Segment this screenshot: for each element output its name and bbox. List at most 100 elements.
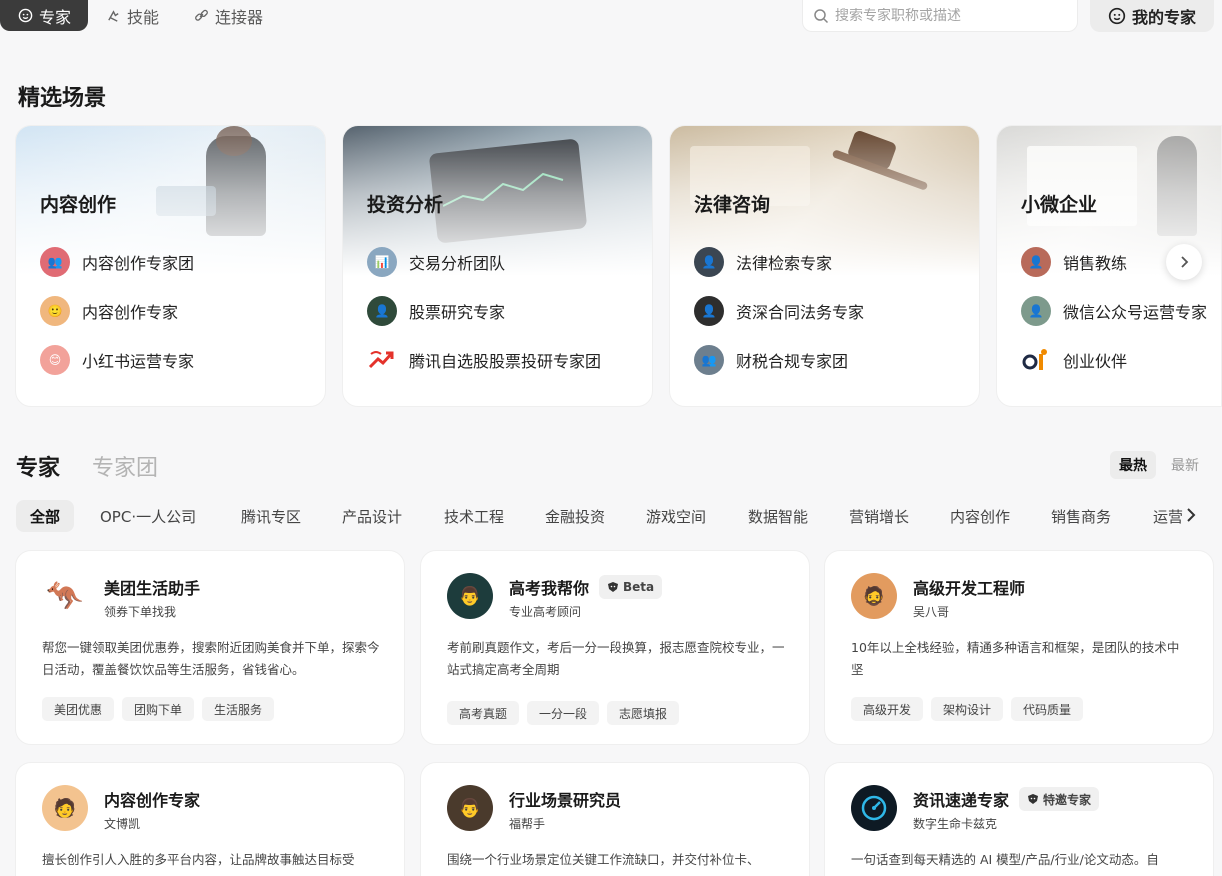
my-experts-button[interactable]: 我的专家: [1090, 0, 1214, 32]
scenario-card-content[interactable]: 内容创作 👥 内容创作专家团 🙂 内容创作专家 😊 小红书运营专家: [15, 125, 326, 407]
tab-experts-label: 专家: [39, 7, 72, 27]
expert-face-icon: [1108, 7, 1126, 25]
category-next-button[interactable]: [1184, 505, 1198, 529]
scenario-title: 小微企业: [1021, 194, 1098, 216]
tab-connectors[interactable]: 连接器: [194, 0, 263, 31]
expert-description: 一句话查到每天精选的 AI 模型/产品/行业/论文动态。自: [851, 852, 1159, 867]
scenario-title: 法律咨询: [694, 194, 771, 216]
expert-card[interactable]: 🧔 高级开发工程师 吴八哥 10年以上全栈经验，精通多种语言和框架，是团队的技术…: [824, 550, 1214, 745]
scenario-item-label: 法律检索专家: [736, 254, 833, 273]
expert-card[interactable]: 👨 高考我帮你 Beta 专业高考顾问 考前刷真题作文，考后一分一段换算，报志愿…: [420, 550, 810, 745]
segment-experts[interactable]: 专家: [16, 450, 60, 482]
search-icon: [814, 8, 829, 23]
trend-icon: [367, 345, 397, 375]
scenario-item-label: 内容创作专家团: [82, 254, 195, 273]
scenario-item[interactable]: 👤 股票研究专家: [367, 296, 505, 326]
category-item[interactable]: 销售商务: [1051, 500, 1111, 532]
expert-subtitle: 领券下单找我: [104, 605, 177, 619]
scenario-item[interactable]: 👤 法律检索专家: [694, 247, 832, 277]
expert-name-text: 高级开发工程师: [913, 579, 1026, 598]
scenario-item-label: 财税合规专家团: [736, 352, 849, 371]
expert-tags: 美团优惠 团购下单 生活服务: [42, 697, 275, 721]
expert-card[interactable]: 🦘 美团生活助手 领券下单找我 帮您一键领取美团优惠券，搜索附近团购美食并下单，…: [15, 550, 405, 745]
tag: 美团优惠: [42, 697, 115, 721]
expert-name-text: 行业场景研究员: [509, 791, 622, 810]
scenario-item[interactable]: 👤 微信公众号运营专家: [1021, 296, 1207, 326]
tab-experts[interactable]: 专家: [0, 0, 88, 31]
category-item[interactable]: 内容创作: [950, 500, 1010, 532]
category-item[interactable]: 金融投资: [545, 500, 605, 532]
scenario-next-button[interactable]: [1166, 244, 1202, 280]
expert-description: 10年以上全栈经验，精通多种语言和框架，是团队的技术中坚: [851, 640, 1180, 677]
expert-name-text: 内容创作专家: [104, 791, 201, 810]
scenario-item[interactable]: 😊 小红书运营专家: [40, 345, 194, 375]
category-item[interactable]: 营销增长: [849, 500, 909, 532]
category-item[interactable]: 游戏空间: [646, 500, 706, 532]
sort-new-button[interactable]: 最新: [1164, 451, 1206, 479]
avatar: 👤: [1021, 296, 1051, 326]
badge-label: 特邀专家: [1043, 792, 1092, 807]
tag: 团购下单: [122, 697, 195, 721]
scenario-item[interactable]: 👥 内容创作专家团: [40, 247, 194, 277]
tag: 一分一段: [527, 701, 600, 725]
avatar: 👥: [40, 247, 70, 277]
beta-badge: Beta: [599, 575, 663, 599]
expert-subtitle: 专业高考顾问: [509, 605, 582, 619]
badge-label: Beta: [623, 580, 655, 594]
category-bar: 全部 OPC·一人公司 腾讯专区 产品设计 技术工程 金融投资 游戏空间 数据智…: [16, 500, 1206, 532]
scenario-item[interactable]: 🙂 内容创作专家: [40, 296, 178, 326]
expert-subtitle: 福帮手: [509, 817, 546, 831]
expert-subtitle: 文博凯: [104, 817, 141, 831]
scenario-card-investment[interactable]: 投资分析 📊 交易分析团队 👤 股票研究专家 腾讯自选股股票投研专家团: [342, 125, 653, 407]
tab-skills-label: 技能: [127, 7, 160, 27]
scenario-item[interactable]: 👤 资深合同法务专家: [694, 296, 864, 326]
expert-name: 资讯速递专家 特邀专家: [913, 787, 1100, 811]
sort-hot-button[interactable]: 最热: [1110, 451, 1156, 479]
tab-skills[interactable]: 技能: [106, 0, 159, 31]
scenario-item[interactable]: 创业伙伴: [1021, 345, 1127, 375]
link-icon: [195, 9, 208, 21]
scenario-item-label: 股票研究专家: [409, 303, 506, 322]
category-item[interactable]: OPC·一人公司: [100, 500, 196, 532]
tag: 志愿填报: [607, 701, 680, 725]
category-all[interactable]: 全部: [16, 500, 75, 532]
expert-description: 围绕一个行业场景定位关键工作流缺口，并交付补位卡、: [447, 852, 760, 867]
avatar: 👤: [694, 247, 724, 277]
scenario-item[interactable]: 👥 财税合规专家团: [694, 345, 848, 375]
scenario-item[interactable]: 📊 交易分析团队: [367, 247, 505, 277]
segment-teams[interactable]: 专家团: [92, 450, 158, 482]
category-item[interactable]: 腾讯专区: [241, 500, 301, 532]
avatar: 👨: [447, 785, 493, 831]
avatar: 👤: [1021, 247, 1051, 277]
expert-description: 擅长创作引人入胜的多平台内容，让品牌故事触达目标受: [42, 852, 355, 867]
scenario-card-legal[interactable]: 法律咨询 👤 法律检索专家 👤 资深合同法务专家 👥 财税合规专家团: [669, 125, 980, 407]
expert-card[interactable]: 资讯速递专家 特邀专家 数字生命卡兹克 一句话查到每天精选的 AI 模型/产品/…: [824, 762, 1214, 876]
expert-description: 考前刷真题作文，考后一分一段换算，报志愿查院校专业，一站式搞定高考全周期: [447, 640, 785, 677]
expert-name: 高考我帮你 Beta: [509, 575, 663, 599]
expert-face-icon: [18, 8, 33, 23]
search-box[interactable]: [802, 0, 1078, 32]
category-item[interactable]: 运营: [1153, 500, 1183, 532]
scenario-item[interactable]: 👤 销售教练: [1021, 247, 1127, 277]
category-item[interactable]: 数据智能: [748, 500, 808, 532]
scenario-item-label: 创业伙伴: [1063, 352, 1128, 371]
avatar: 📊: [367, 247, 397, 277]
tab-connectors-label: 连接器: [215, 7, 264, 27]
avatar: 🧔: [851, 573, 897, 619]
expert-tags: 高级开发 架构设计 代码质量: [851, 697, 1084, 721]
expert-card[interactable]: 🧑 内容创作专家 文博凯 擅长创作引人入胜的多平台内容，让品牌故事触达目标受: [15, 762, 405, 876]
top-bar: 专家 技能 连接器 我的专家: [0, 0, 1222, 34]
tag: 高考真题: [447, 701, 520, 725]
scenario-title: 投资分析: [367, 194, 444, 216]
expert-tags: 高考真题 一分一段 志愿填报: [447, 701, 680, 725]
partner-logo-icon: [1021, 345, 1051, 375]
avatar: 👨: [447, 573, 493, 619]
scenario-item-label: 微信公众号运营专家: [1063, 303, 1208, 322]
expert-card[interactable]: 👨 行业场景研究员 福帮手 围绕一个行业场景定位关键工作流缺口，并交付补位卡、: [420, 762, 810, 876]
scenario-item[interactable]: 腾讯自选股股票投研专家团: [367, 345, 601, 375]
expert-name-text: 资讯速递专家: [913, 791, 1010, 810]
category-item[interactable]: 产品设计: [342, 500, 402, 532]
category-item[interactable]: 技术工程: [444, 500, 504, 532]
search-input[interactable]: [835, 7, 1065, 24]
scenario-item-label: 腾讯自选股股票投研专家团: [409, 352, 602, 371]
